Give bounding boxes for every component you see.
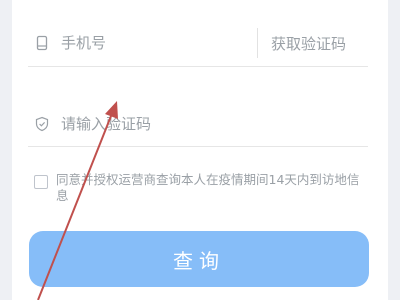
shield-check-icon	[34, 116, 50, 132]
input-divider	[257, 28, 258, 58]
get-code-button[interactable]: 获取验证码	[271, 20, 346, 66]
query-button[interactable]: 查询	[29, 231, 369, 287]
mobile-phone-icon	[34, 35, 50, 51]
verification-code-input[interactable]	[61, 102, 351, 146]
consent-text: 同意并授权运营商查询本人在疫情期间14天内到访地信息	[56, 172, 360, 203]
verification-code-row	[28, 102, 368, 147]
phone-input[interactable]	[61, 20, 241, 66]
phone-row: 获取验证码	[28, 20, 368, 67]
query-form-card: 获取验证码 同意并授权运营商查询本人在疫情期间14天内到访地信息 查询	[12, 0, 388, 300]
consent-checkbox[interactable]	[34, 175, 48, 189]
